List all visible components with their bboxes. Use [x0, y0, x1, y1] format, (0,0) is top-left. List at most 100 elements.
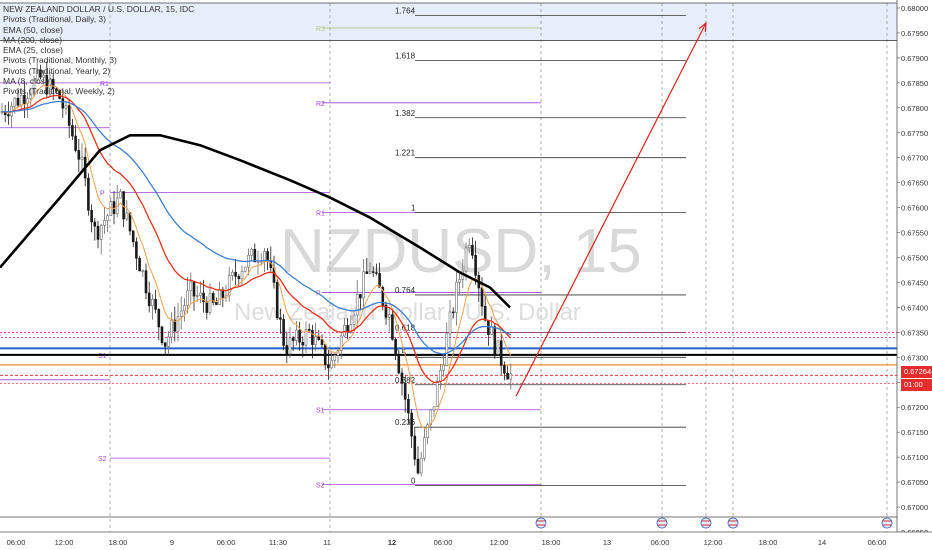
candle-body	[291, 337, 295, 341]
watermark-name: New Zealand Dollar / U.S. Dollar	[234, 299, 581, 326]
candle-body	[208, 293, 212, 313]
candle-body	[490, 326, 493, 335]
candle-body	[64, 105, 68, 109]
candle-body	[13, 97, 17, 107]
candle-body	[71, 125, 74, 137]
candle-body	[195, 295, 199, 297]
candle-body	[509, 373, 513, 380]
candle-body	[403, 382, 407, 400]
fib-label-0: 1.764	[395, 6, 416, 15]
candle-body	[387, 314, 391, 318]
x-tick-label-9: 12:00	[490, 538, 509, 547]
candle-body	[176, 316, 180, 332]
y-tick-label-1: 0.67950	[901, 29, 928, 38]
x-tick-label-12: 06:00	[651, 538, 670, 547]
candle-body	[163, 342, 167, 347]
candle-body	[87, 177, 90, 211]
candle-body	[471, 244, 474, 256]
candle-body	[253, 248, 257, 263]
candle-body	[263, 251, 266, 262]
candle-body	[125, 212, 129, 220]
candle-body	[378, 273, 381, 288]
candle-body	[256, 261, 260, 263]
candle-body	[282, 319, 285, 346]
y-tick-label-5: 0.67750	[901, 129, 928, 138]
y-tick-label-0: 0.68000	[901, 4, 928, 13]
candle-body	[445, 333, 449, 366]
candle-body	[7, 114, 10, 117]
candle-body	[410, 412, 413, 437]
y-tick-label-9: 0.67550	[901, 229, 928, 238]
candle-body	[419, 457, 423, 474]
candle-body	[320, 339, 324, 345]
pivot-label-9: S2	[98, 456, 107, 463]
candle-body	[330, 360, 333, 369]
candle-body	[397, 354, 401, 374]
candle-body	[135, 241, 138, 259]
y-tick-label-3: 0.67850	[901, 79, 928, 88]
indicator-ema-50[interactable]: EMA (50, close)	[3, 25, 194, 35]
candle-body	[141, 270, 145, 272]
candle-body	[311, 330, 314, 345]
candle-body	[103, 220, 106, 226]
candle-body	[189, 281, 193, 292]
candle-body	[295, 329, 298, 341]
fib-label-10: 0	[411, 477, 416, 486]
candle-body	[167, 336, 170, 347]
candle-body	[301, 341, 305, 346]
candle-body	[138, 257, 141, 272]
candle-body	[237, 276, 241, 280]
candle-body	[131, 230, 135, 243]
chart-area[interactable]: NZDUSD, 15 New Zealand Dollar / U.S. Doll…	[0, 0, 932, 550]
candle-body	[266, 251, 269, 261]
x-tick-label-6: 11	[323, 538, 331, 547]
indicator-pivots-monthly[interactable]: Pivots (Traditional, Monthly, 3)	[3, 55, 194, 65]
candle-body	[416, 458, 420, 474]
candle-body	[298, 329, 301, 343]
candle-body	[474, 255, 477, 276]
candle-body	[80, 156, 84, 160]
fib-label-5: 0.764	[395, 286, 416, 295]
candle-body	[343, 325, 346, 337]
indicator-pivots-weekly[interactable]: Pivots (Traditional, Weekly, 2)	[3, 86, 194, 96]
candle-body	[90, 210, 93, 223]
candle-body	[93, 221, 97, 227]
candle-body	[186, 290, 189, 306]
candle-body	[183, 305, 186, 312]
indicator-ma-8[interactable]: MA (8, close)	[3, 76, 194, 86]
candle-body	[179, 310, 183, 317]
event-marker-us-1	[656, 517, 668, 529]
candle-body	[61, 98, 65, 109]
x-tick-label-3: 9	[170, 538, 174, 547]
candle-body	[464, 247, 468, 272]
indicator-pivots-daily[interactable]: Pivots (Traditional, Daily, 3)	[3, 14, 194, 24]
candle-body	[192, 281, 196, 297]
indicator-ma-200[interactable]: MA (200, close)	[3, 35, 194, 45]
candle-body	[442, 364, 445, 371]
candle-body	[480, 287, 484, 307]
indicator-pivots-yearly[interactable]: Pivots (Traditional, Yearly, 2)	[3, 66, 194, 76]
candle-body	[451, 311, 455, 314]
event-marker-us-4	[881, 517, 893, 529]
event-marker-nz	[535, 517, 547, 529]
candle-body	[365, 271, 369, 274]
candle-body	[205, 301, 209, 313]
y-tick-label-18: 0.67100	[901, 453, 928, 462]
candle-body	[375, 272, 378, 274]
candle-body	[154, 298, 157, 310]
candle-body	[499, 340, 503, 366]
candle-body	[157, 309, 161, 328]
y-tick-label-8: 0.67600	[901, 204, 928, 213]
candle-body	[16, 97, 20, 106]
candle-body	[487, 319, 490, 335]
candle-body	[106, 215, 109, 221]
fib-label-2: 1.382	[395, 109, 416, 118]
event-marker-us-3	[727, 517, 739, 529]
candle-body	[67, 105, 71, 126]
candle-body	[288, 337, 292, 355]
indicator-ema-25[interactable]: EMA (25, close)	[3, 45, 194, 55]
candle-body	[231, 271, 234, 276]
countdown-badge: 01:00	[901, 379, 932, 391]
pivot-label-5: S2	[316, 483, 325, 490]
x-tick-label-5: 11:30	[269, 538, 287, 547]
